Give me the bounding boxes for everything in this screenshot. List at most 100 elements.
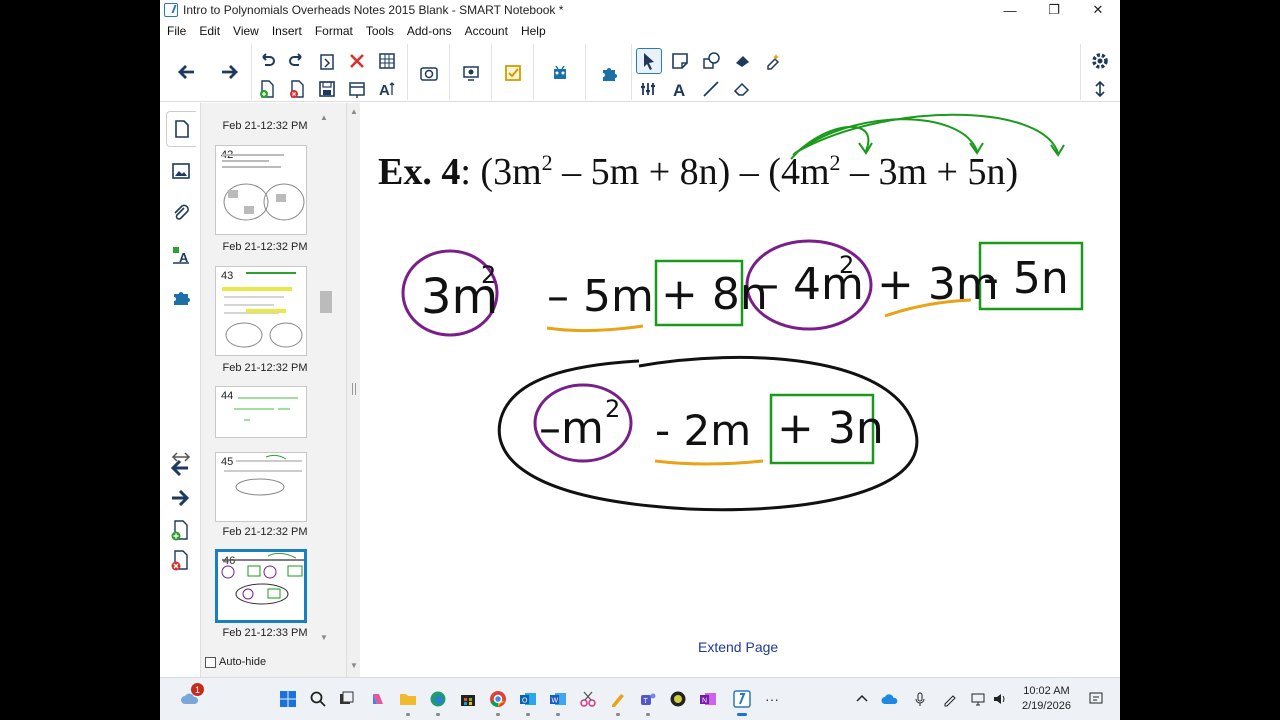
snipping-tool-icon[interactable]: [578, 689, 598, 709]
menu-file[interactable]: File: [167, 24, 186, 38]
page-thumbnail-42[interactable]: 42: [215, 145, 307, 235]
splitter-grip[interactable]: [352, 383, 356, 395]
svg-text:T: T: [644, 698, 649, 705]
system-clock[interactable]: 10:02 AM 2/19/2026: [1022, 684, 1071, 714]
ink-term: – 5m: [547, 271, 654, 322]
sorter-scrollbar[interactable]: ▲ ▼: [319, 113, 332, 647]
page-sorter-tab-icon[interactable]: [166, 111, 196, 147]
powerpoint-pen-icon[interactable]: [608, 689, 628, 716]
ink-term: - 5n: [983, 253, 1069, 304]
response-icon[interactable]: [500, 60, 526, 86]
add-ons-tab-icon[interactable]: [166, 279, 196, 315]
menu-account[interactable]: Account: [465, 24, 508, 38]
menu-view[interactable]: View: [233, 24, 259, 38]
page-thumbnail-45[interactable]: 45: [215, 452, 307, 522]
select-tool-icon[interactable]: [636, 48, 662, 74]
maximize-button[interactable]: ❐: [1032, 0, 1076, 20]
insert-table-icon[interactable]: [374, 48, 400, 74]
xbox-app-icon[interactable]: [668, 689, 688, 709]
fill-tool-icon[interactable]: [729, 48, 755, 74]
pen-menu-icon[interactable]: [940, 689, 960, 709]
word-icon[interactable]: W: [548, 689, 568, 716]
outlook-icon[interactable]: O: [518, 689, 538, 716]
menu-help[interactable]: Help: [521, 24, 546, 38]
minimize-button[interactable]: —: [988, 0, 1032, 20]
delete-page-icon[interactable]: [284, 76, 310, 102]
undo-icon[interactable]: [254, 48, 280, 74]
notebook-canvas[interactable]: Ex. 4: (3m2 – 5m + 8n) – (4m2 – 3m + 5n)…: [361, 103, 1120, 677]
chrome-icon[interactable]: [488, 689, 508, 716]
onedrive-icon[interactable]: [880, 689, 900, 709]
copilot-icon[interactable]: [368, 689, 388, 709]
response-group: [492, 44, 534, 100]
previous-page-arrow-icon[interactable]: [168, 456, 192, 480]
edge-browser-icon[interactable]: [428, 689, 448, 716]
teams-icon[interactable]: T: [638, 689, 658, 716]
screen-capture-icon[interactable]: [416, 60, 442, 86]
text-tool-icon[interactable]: A: [667, 76, 693, 102]
page-thumbnail-46-selected[interactable]: 46: [215, 549, 307, 623]
toolbar-position-icon[interactable]: [1087, 76, 1113, 102]
volume-icon[interactable]: [990, 689, 1010, 709]
pen-types-icon[interactable]: [636, 76, 662, 102]
distribution-arrows: [790, 113, 1065, 160]
smart-notebook-taskbar-icon[interactable]: [732, 689, 752, 716]
sidebar-splitter[interactable]: ▲ ▼: [346, 103, 360, 677]
save-icon[interactable]: [314, 76, 340, 102]
next-page-icon[interactable]: [216, 59, 242, 85]
extend-page-link[interactable]: Extend Page: [698, 639, 778, 655]
page-thumbnail-44[interactable]: 44: [215, 386, 307, 438]
lab-activity-icon[interactable]: [547, 60, 573, 86]
start-windows-icon[interactable]: [278, 689, 298, 709]
windows-taskbar: 1 O W T N ··· 10:02 AM 2/19/2026: [160, 677, 1120, 720]
screen-shade-icon[interactable]: [344, 76, 370, 102]
more-apps-icon[interactable]: ···: [762, 689, 782, 709]
onenote-icon[interactable]: N: [698, 689, 718, 709]
line-tool-icon[interactable]: [698, 76, 724, 102]
store-icon[interactable]: [458, 689, 478, 709]
settings-group: [1080, 44, 1120, 100]
smart-notebook-window: Intro to Polynomials Overheads Notes 201…: [160, 0, 1120, 720]
menu-edit[interactable]: Edit: [199, 24, 220, 38]
add-page-icon[interactable]: [254, 76, 280, 102]
document-camera-icon[interactable]: [458, 60, 484, 86]
next-page-arrow-icon[interactable]: [168, 486, 192, 510]
menu-add-ons[interactable]: Add-ons: [407, 24, 452, 38]
task-view-icon[interactable]: [336, 689, 356, 709]
menu-tools[interactable]: Tools: [366, 24, 394, 38]
add-ons-puzzle-icon[interactable]: [596, 60, 622, 86]
menu-format[interactable]: Format: [315, 24, 353, 38]
magic-pen-icon[interactable]: [760, 48, 786, 74]
close-button[interactable]: ✕: [1076, 0, 1120, 20]
redo-icon[interactable]: [284, 48, 310, 74]
gallery-tab-icon[interactable]: [166, 153, 196, 189]
delete-page-icon[interactable]: [168, 548, 192, 572]
hidden-icons-chevron-icon[interactable]: [852, 689, 872, 709]
network-icon[interactable]: [968, 689, 988, 709]
shapes-tool-icon[interactable]: [698, 48, 724, 74]
previous-page-icon[interactable]: [174, 59, 200, 85]
pen-tool-icon[interactable]: [667, 48, 693, 74]
edit-group: A: [252, 44, 408, 100]
attachments-tab-icon[interactable]: [166, 195, 196, 231]
text-fit-icon[interactable]: A: [374, 76, 400, 102]
addons-group: [586, 44, 632, 100]
lab-group: [534, 44, 586, 100]
notification-center-icon[interactable]: [1086, 689, 1106, 709]
sorter-scroll-thumb[interactable]: [320, 291, 332, 313]
settings-gear-icon[interactable]: [1087, 48, 1113, 74]
page-sorter: Feb 21-12:32 PM 42 Feb 21-12:32 PM 43 Fe…: [200, 103, 360, 677]
search-icon[interactable]: [308, 689, 328, 709]
auto-hide-option[interactable]: Auto-hide: [205, 656, 266, 668]
add-page-icon[interactable]: [168, 518, 192, 542]
auto-hide-checkbox[interactable]: [205, 656, 216, 668]
page-thumbnail-43[interactable]: 43: [215, 266, 307, 356]
delete-icon[interactable]: [344, 48, 370, 74]
paste-icon[interactable]: [314, 48, 340, 74]
eraser-tool-icon[interactable]: [729, 76, 755, 102]
microphone-icon[interactable]: [910, 689, 930, 709]
menu-insert[interactable]: Insert: [272, 24, 302, 38]
ink-term: + 3n: [777, 403, 884, 454]
properties-tab-icon[interactable]: A: [166, 237, 196, 273]
file-explorer-icon[interactable]: [398, 689, 418, 716]
